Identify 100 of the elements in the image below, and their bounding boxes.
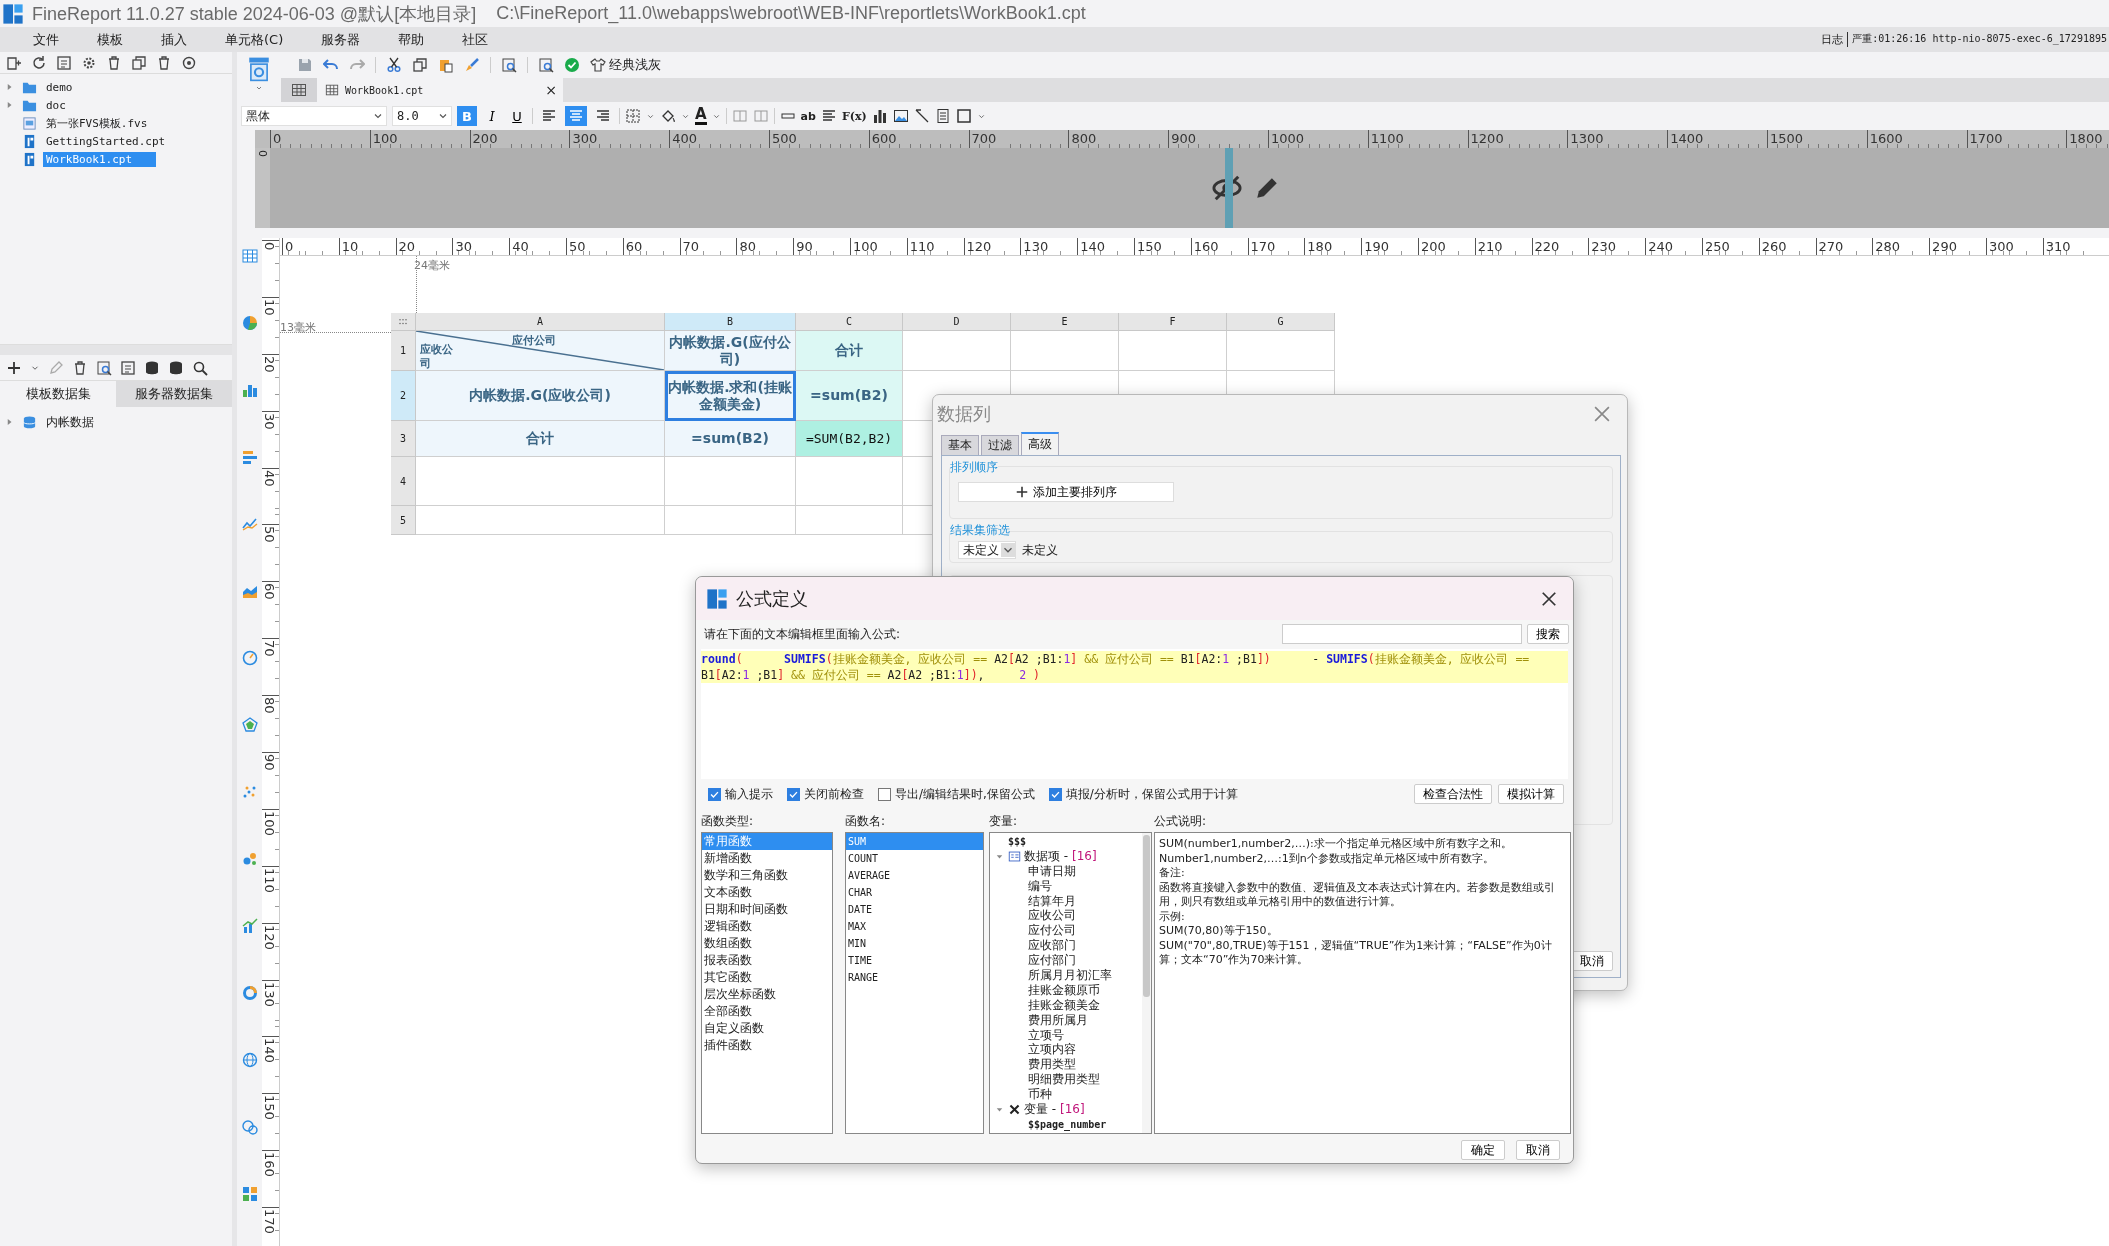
search-field[interactable] bbox=[1282, 624, 1522, 644]
column-header[interactable]: A bbox=[416, 313, 665, 331]
checkbox[interactable] bbox=[1048, 787, 1062, 801]
row-header[interactable]: 1 bbox=[391, 331, 416, 371]
scrollbar[interactable] bbox=[1143, 835, 1150, 997]
list-item[interactable]: 数组函数 bbox=[702, 935, 832, 952]
format-painter-icon[interactable] bbox=[464, 57, 480, 73]
list-item[interactable]: 报表函数 bbox=[702, 952, 832, 969]
save-icon[interactable] bbox=[297, 57, 313, 73]
menu-item[interactable]: 社区 bbox=[451, 30, 502, 49]
scatter-icon[interactable] bbox=[241, 784, 258, 800]
checkbox-label[interactable]: 关闭前检查 bbox=[804, 785, 864, 803]
grid-icon[interactable] bbox=[291, 82, 307, 98]
horizontal-bar-icon[interactable] bbox=[241, 449, 258, 465]
list-item[interactable]: TIME bbox=[846, 952, 983, 969]
copy-icon[interactable] bbox=[131, 54, 147, 71]
document-tab[interactable]: WorkBook1.cpt × bbox=[317, 78, 563, 102]
tree-item[interactable]: 结算年月 bbox=[1028, 892, 1076, 910]
tree-item[interactable]: 币种 bbox=[1028, 1086, 1052, 1104]
tree-item[interactable]: 挂账金额美金 bbox=[1028, 996, 1100, 1014]
list-item[interactable]: CHAR bbox=[846, 884, 983, 901]
column-header[interactable]: F bbox=[1119, 313, 1227, 331]
delete-icon[interactable] bbox=[156, 54, 172, 71]
list-item[interactable]: MAX bbox=[846, 918, 983, 935]
row-header[interactable]: 3 bbox=[391, 421, 416, 457]
size-dropdown[interactable]: 8.0 bbox=[392, 106, 452, 126]
checkbox-label[interactable]: 导出/编辑结果时,保留公式 bbox=[895, 785, 1035, 803]
paste-icon[interactable] bbox=[438, 57, 454, 73]
menu-item[interactable]: 帮助 bbox=[387, 30, 438, 49]
list-item[interactable]: 其它函数 bbox=[702, 969, 832, 986]
underline-button[interactable]: U bbox=[507, 106, 527, 126]
table-cell[interactable] bbox=[796, 457, 903, 506]
menu-item[interactable]: 模板 bbox=[86, 30, 136, 49]
table-cell[interactable] bbox=[1119, 331, 1227, 371]
align-center-button[interactable] bbox=[565, 106, 587, 126]
table-cell[interactable]: 合计 bbox=[416, 421, 665, 457]
simulate-button[interactable]: 模拟计算 bbox=[1498, 784, 1564, 804]
table-cell[interactable]: =sum(B2) bbox=[665, 421, 796, 457]
tree-item[interactable]: $$$ bbox=[1008, 835, 1027, 847]
select-all-button[interactable] bbox=[391, 313, 416, 331]
table-cell[interactable]: 内帐数据.G(应付公司) bbox=[665, 331, 796, 371]
list-item[interactable]: 自定义函数 bbox=[702, 1020, 832, 1037]
list-item[interactable]: 逻辑函数 bbox=[702, 918, 832, 935]
column-header[interactable]: G bbox=[1227, 313, 1335, 331]
tree-item[interactable]: doc bbox=[43, 97, 69, 113]
radar-icon[interactable] bbox=[241, 717, 258, 733]
list-icon[interactable] bbox=[934, 108, 951, 124]
italic-button[interactable]: I bbox=[482, 106, 502, 126]
tree-item[interactable]: 费用类型 bbox=[1028, 1056, 1076, 1074]
table-cell[interactable] bbox=[665, 506, 796, 535]
table-cell[interactable]: 内帐数据.求和(挂账金额美金) bbox=[665, 371, 796, 421]
column-header[interactable]: D bbox=[903, 313, 1011, 331]
list-item[interactable]: 文本函数 bbox=[702, 884, 832, 901]
table-cell[interactable]: 合计 bbox=[796, 331, 903, 371]
table-icon[interactable] bbox=[241, 248, 258, 264]
preview-icon[interactable] bbox=[538, 57, 554, 73]
document-icon[interactable] bbox=[56, 54, 72, 71]
slash-icon[interactable] bbox=[913, 108, 930, 124]
checkbox-label[interactable]: 输入提示 bbox=[725, 785, 773, 803]
dialog-tab[interactable]: 过滤 bbox=[981, 435, 1019, 455]
checkbox[interactable] bbox=[787, 787, 800, 801]
row-header[interactable]: 2 bbox=[391, 371, 416, 421]
menu-item[interactable]: 文件 bbox=[22, 30, 72, 49]
line-chart-icon[interactable] bbox=[241, 516, 258, 532]
bar-chart-icon[interactable] bbox=[871, 108, 888, 124]
formula-editor[interactable]: round( SUMIFS(挂账金额美金, 应收公司 == A2[A2 ;B1:1] && 应付公司 == B1[A2:1 ;B1]) - SUMIFS(挂账金额美金, 应收公司 == B1[A2:1 ;B1] && 应付公司 == A2[A2 ;B1:1]), 2 ) bbox=[701, 649, 1568, 779]
column-header[interactable]: E bbox=[1011, 313, 1119, 331]
paragraph-icon[interactable] bbox=[820, 108, 837, 124]
delete-icon[interactable] bbox=[72, 359, 88, 376]
donut-icon[interactable] bbox=[241, 985, 258, 1001]
tree-item[interactable]: 挂账金额原币 bbox=[1028, 981, 1100, 999]
log-link[interactable]: 日志 bbox=[1821, 32, 1849, 47]
column-header[interactable]: B bbox=[665, 313, 796, 331]
list-item[interactable]: 全部函数 bbox=[702, 1003, 832, 1020]
refresh-icon[interactable] bbox=[31, 54, 47, 71]
hidden-eye-icon[interactable] bbox=[1212, 173, 1242, 203]
tree-item[interactable]: 应付公司 bbox=[1028, 922, 1076, 940]
diagonal-header-cell[interactable]: 应付公司 应收公司 bbox=[416, 331, 665, 371]
tree-item[interactable]: 申请日期 bbox=[1028, 862, 1076, 880]
table-cell[interactable] bbox=[416, 457, 665, 506]
font-color-button[interactable]: A bbox=[695, 107, 707, 125]
new-file-icon[interactable] bbox=[6, 54, 22, 71]
globe-icon[interactable] bbox=[241, 1052, 258, 1068]
tree-item[interactable]: 明细费用类型 bbox=[1028, 1071, 1100, 1089]
text-search-icon[interactable] bbox=[501, 57, 517, 73]
copy-icon[interactable] bbox=[412, 57, 428, 73]
checkbox[interactable] bbox=[708, 787, 721, 801]
table-cell[interactable] bbox=[416, 506, 665, 535]
close-button[interactable]: × bbox=[545, 82, 557, 98]
area-chart-icon[interactable] bbox=[241, 583, 258, 599]
table-cell[interactable] bbox=[903, 331, 1011, 371]
list-item[interactable]: 日期和时间函数 bbox=[702, 901, 832, 918]
table-cell[interactable] bbox=[796, 506, 903, 535]
cancel-button[interactable]: 取消 bbox=[1571, 951, 1613, 971]
database-icon[interactable] bbox=[144, 359, 160, 376]
merge-cells-icon[interactable] bbox=[731, 108, 748, 124]
menu-item[interactable]: 插入 bbox=[150, 30, 200, 49]
tree-item[interactable]: $$page_number bbox=[1028, 1118, 1107, 1130]
frame-icon[interactable] bbox=[955, 108, 972, 124]
list-item[interactable]: 层次坐标函数 bbox=[702, 986, 832, 1003]
